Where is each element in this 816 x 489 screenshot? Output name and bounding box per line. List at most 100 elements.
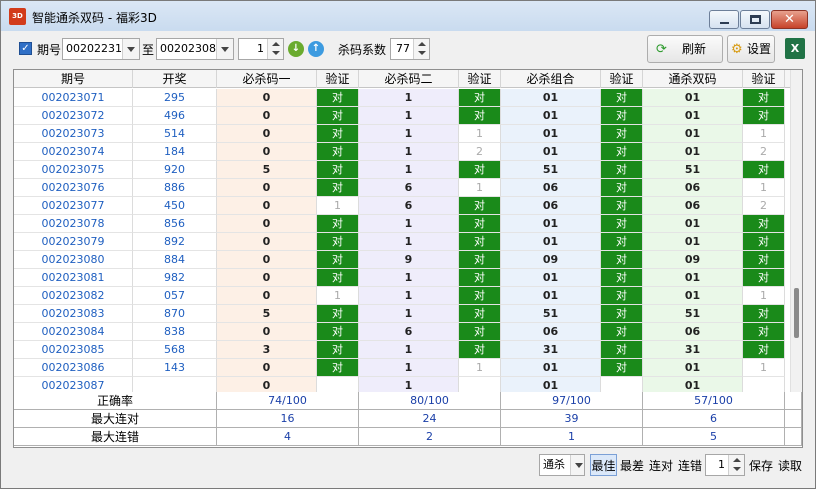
kill-double-cell[interactable]: 31 bbox=[643, 341, 743, 359]
verify-cell[interactable]: 对 bbox=[459, 161, 501, 179]
kill-two-cell[interactable]: 6 bbox=[359, 323, 459, 341]
mode-select[interactable]: 通杀 bbox=[539, 454, 585, 476]
kill-two-cell[interactable]: 1 bbox=[359, 125, 459, 143]
kill-two-cell[interactable]: 1 bbox=[359, 143, 459, 161]
period-cell[interactable]: 002023087 bbox=[14, 377, 133, 392]
kill-one-cell[interactable]: 5 bbox=[217, 161, 317, 179]
verify-cell[interactable]: 对 bbox=[601, 305, 643, 323]
table-row[interactable]: 002023077 450 0 1 6 对 06 对 06 2 bbox=[14, 197, 790, 215]
kill-one-cell[interactable]: 3 bbox=[217, 341, 317, 359]
kill-one-cell[interactable]: 0 bbox=[217, 125, 317, 143]
kill-two-cell[interactable]: 6 bbox=[359, 197, 459, 215]
kill-one-cell[interactable]: 0 bbox=[217, 269, 317, 287]
table-row[interactable]: 002023080 884 0 对 9 对 09 对 09 对 bbox=[14, 251, 790, 269]
table-row[interactable]: 002023087 0 1 01 01 bbox=[14, 377, 790, 392]
kill-two-cell[interactable]: 1 bbox=[359, 377, 459, 392]
max-hit-button[interactable]: 连对 bbox=[647, 454, 675, 476]
kill-combo-cell[interactable]: 01 bbox=[501, 125, 601, 143]
draw-cell[interactable]: 856 bbox=[133, 215, 217, 233]
verify-cell[interactable]: 对 bbox=[601, 251, 643, 269]
period-cell[interactable]: 002023075 bbox=[14, 161, 133, 179]
scrollbar-thumb[interactable] bbox=[794, 288, 799, 338]
verify-cell[interactable]: 对 bbox=[459, 215, 501, 233]
kill-combo-cell[interactable]: 06 bbox=[501, 323, 601, 341]
verify-cell[interactable]: 1 bbox=[459, 125, 501, 143]
kill-two-cell[interactable]: 1 bbox=[359, 341, 459, 359]
table-row[interactable]: 002023081 982 0 对 1 对 01 对 01 对 bbox=[14, 269, 790, 287]
read-button[interactable]: 读取 bbox=[776, 454, 804, 476]
draw-cell[interactable]: 886 bbox=[133, 179, 217, 197]
verify-cell[interactable]: 对 bbox=[601, 197, 643, 215]
period-to-select[interactable]: 002023086 bbox=[156, 38, 234, 60]
draw-cell[interactable]: 295 bbox=[133, 89, 217, 107]
table-row[interactable]: 002023076 886 0 对 6 1 06 对 06 1 bbox=[14, 179, 790, 197]
kill-combo-cell[interactable]: 06 bbox=[501, 179, 601, 197]
verify-cell[interactable] bbox=[743, 377, 785, 392]
table-row[interactable]: 002023083 870 5 对 1 对 51 对 51 对 bbox=[14, 305, 790, 323]
kill-double-cell[interactable]: 06 bbox=[643, 323, 743, 341]
kill-one-cell[interactable]: 0 bbox=[217, 251, 317, 269]
draw-cell[interactable] bbox=[133, 377, 217, 392]
kill-one-cell[interactable]: 0 bbox=[217, 233, 317, 251]
offset-stepper[interactable]: 1 bbox=[238, 38, 284, 60]
period-cell[interactable]: 002023074 bbox=[14, 143, 133, 161]
verify-cell[interactable]: 1 bbox=[743, 287, 785, 305]
kill-one-cell[interactable]: 0 bbox=[217, 197, 317, 215]
verify-cell[interactable]: 对 bbox=[601, 161, 643, 179]
draw-cell[interactable]: 568 bbox=[133, 341, 217, 359]
draw-cell[interactable]: 870 bbox=[133, 305, 217, 323]
verify-cell[interactable]: 对 bbox=[459, 233, 501, 251]
kill-two-cell[interactable]: 1 bbox=[359, 305, 459, 323]
kill-combo-cell[interactable]: 01 bbox=[501, 287, 601, 305]
verify-cell[interactable]: 对 bbox=[317, 341, 359, 359]
kill-one-cell[interactable]: 0 bbox=[217, 179, 317, 197]
verify-cell[interactable]: 对 bbox=[601, 107, 643, 125]
chevron-down-icon[interactable] bbox=[122, 39, 139, 59]
kill-double-cell[interactable]: 01 bbox=[643, 89, 743, 107]
kill-two-cell[interactable]: 9 bbox=[359, 251, 459, 269]
verify-cell[interactable]: 1 bbox=[743, 359, 785, 377]
verify-cell[interactable]: 对 bbox=[601, 341, 643, 359]
column-header[interactable]: 通杀双码 bbox=[643, 70, 743, 88]
draw-cell[interactable]: 057 bbox=[133, 287, 217, 305]
kill-double-cell[interactable]: 01 bbox=[643, 125, 743, 143]
kill-two-cell[interactable]: 1 bbox=[359, 161, 459, 179]
period-cell[interactable]: 002023081 bbox=[14, 269, 133, 287]
draw-cell[interactable]: 982 bbox=[133, 269, 217, 287]
column-header[interactable]: 必杀码二 bbox=[359, 70, 459, 88]
verify-cell[interactable]: 对 bbox=[317, 359, 359, 377]
kill-two-cell[interactable]: 6 bbox=[359, 179, 459, 197]
verify-cell[interactable]: 2 bbox=[743, 197, 785, 215]
verify-cell[interactable]: 对 bbox=[459, 305, 501, 323]
period-cell[interactable]: 002023077 bbox=[14, 197, 133, 215]
verify-cell[interactable]: 对 bbox=[317, 269, 359, 287]
verify-cell[interactable]: 对 bbox=[317, 251, 359, 269]
verify-cell[interactable] bbox=[601, 377, 643, 392]
period-from-select[interactable]: 002022318 bbox=[62, 38, 140, 60]
draw-cell[interactable]: 184 bbox=[133, 143, 217, 161]
vertical-scrollbar[interactable] bbox=[790, 70, 802, 392]
chevron-down-icon[interactable] bbox=[216, 39, 233, 59]
stepper-arrows-icon[interactable] bbox=[413, 39, 429, 59]
settings-button[interactable]: ⚙ 设置 bbox=[727, 35, 775, 63]
verify-cell[interactable]: 对 bbox=[601, 125, 643, 143]
verify-cell[interactable]: 对 bbox=[743, 269, 785, 287]
table-row[interactable]: 002023086 143 0 对 1 1 01 对 01 1 bbox=[14, 359, 790, 377]
verify-cell[interactable]: 对 bbox=[743, 323, 785, 341]
verify-cell[interactable]: 对 bbox=[601, 269, 643, 287]
verify-cell[interactable]: 对 bbox=[743, 89, 785, 107]
kill-one-cell[interactable]: 5 bbox=[217, 305, 317, 323]
verify-cell[interactable]: 对 bbox=[601, 323, 643, 341]
verify-cell[interactable]: 2 bbox=[459, 143, 501, 161]
period-cell[interactable]: 002023071 bbox=[14, 89, 133, 107]
max-miss-button[interactable]: 连错 bbox=[676, 454, 704, 476]
kill-combo-cell[interactable]: 31 bbox=[501, 341, 601, 359]
verify-cell[interactable]: 对 bbox=[743, 161, 785, 179]
draw-cell[interactable]: 884 bbox=[133, 251, 217, 269]
table-row[interactable]: 002023071 295 0 对 1 对 01 对 01 对 bbox=[14, 89, 790, 107]
verify-cell[interactable]: 对 bbox=[601, 143, 643, 161]
kill-double-cell[interactable]: 01 bbox=[643, 143, 743, 161]
draw-cell[interactable]: 514 bbox=[133, 125, 217, 143]
kill-double-cell[interactable]: 09 bbox=[643, 251, 743, 269]
kill-combo-cell[interactable]: 09 bbox=[501, 251, 601, 269]
